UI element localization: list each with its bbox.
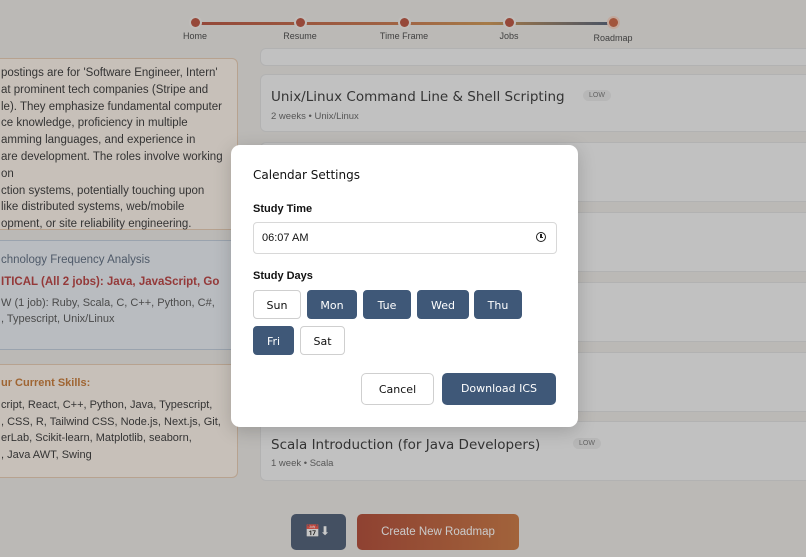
modal-title: Calendar Settings	[253, 168, 360, 182]
cancel-button[interactable]: Cancel	[361, 373, 434, 405]
day-toggle-mon[interactable]: Mon	[307, 290, 357, 319]
study-time-value: 06:07 AM	[262, 232, 309, 244]
day-toggle-fri[interactable]: Fri	[253, 326, 294, 355]
day-toggle-thu[interactable]: Thu	[474, 290, 522, 319]
study-time-input[interactable]: 06:07 AM	[253, 222, 557, 254]
calendar-settings-modal: Calendar Settings Study Time 06:07 AM St…	[231, 145, 578, 427]
study-time-label: Study Time	[253, 203, 313, 215]
download-ics-button[interactable]: Download ICS	[442, 373, 556, 405]
clock-icon[interactable]	[536, 232, 546, 242]
day-toggle-sat[interactable]: Sat	[300, 326, 345, 355]
day-toggle-tue[interactable]: Tue	[363, 290, 411, 319]
day-toggle-sun[interactable]: Sun	[253, 290, 301, 319]
day-toggle-wed[interactable]: Wed	[417, 290, 469, 319]
study-days-label: Study Days	[253, 270, 313, 282]
